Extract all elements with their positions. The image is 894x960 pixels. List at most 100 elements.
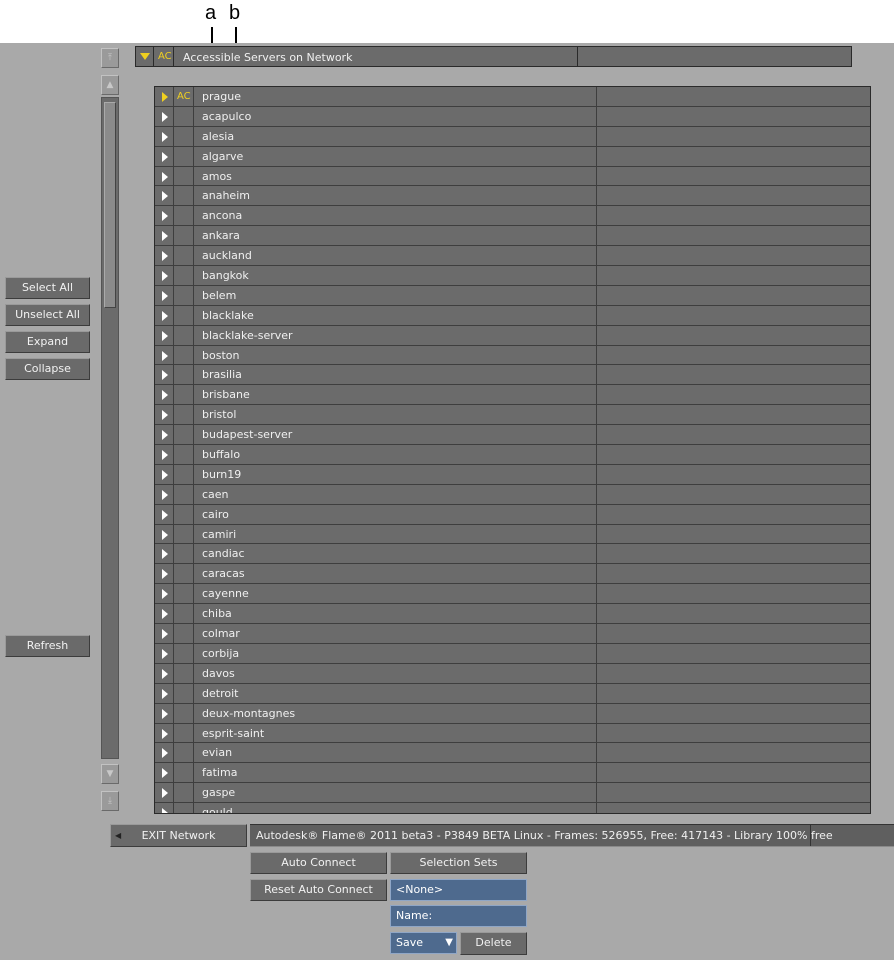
server-list: AC prague acapulco alesia algarve amos anaheim… — [154, 86, 871, 814]
server-row[interactable]: brasilia — [155, 365, 870, 386]
expand-triangle-icon[interactable] — [162, 191, 168, 202]
server-row[interactable]: cayenne — [155, 584, 870, 605]
server-row[interactable]: alesia — [155, 126, 870, 147]
server-row[interactable]: bangkok — [155, 266, 870, 286]
accessible-servers-header[interactable]: AC Accessible Servers on Network — [135, 46, 852, 67]
expand-triangle-icon[interactable] — [162, 271, 168, 282]
server-row[interactable]: burn19 — [155, 464, 870, 485]
save-dropdown[interactable]: Save ▼ — [390, 932, 457, 954]
collapse-triangle-icon[interactable] — [140, 53, 150, 60]
scroll-to-bottom-button[interactable]: ⤓ — [101, 791, 119, 811]
expand-triangle-icon[interactable] — [162, 509, 168, 520]
server-name: chiba — [202, 607, 232, 621]
server-row[interactable]: detroit — [155, 683, 870, 704]
server-row[interactable]: evian — [155, 743, 870, 764]
server-name: prague — [202, 90, 241, 103]
refresh-button[interactable]: Refresh — [5, 635, 90, 657]
server-row[interactable]: ancona — [155, 206, 870, 227]
unselect-all-button[interactable]: Unselect All — [5, 304, 90, 326]
server-row[interactable]: brisbane — [155, 385, 870, 406]
expand-triangle-icon[interactable] — [162, 410, 168, 421]
server-row[interactable]: bristol — [155, 405, 870, 426]
expand-triangle-icon[interactable] — [162, 171, 168, 182]
server-row[interactable]: esprit-saint — [155, 723, 870, 744]
selection-sets-button[interactable]: Selection Sets — [390, 852, 527, 874]
server-row[interactable]: cairo — [155, 504, 870, 525]
server-row[interactable]: fatima — [155, 763, 870, 784]
expand-triangle-icon[interactable] — [162, 390, 168, 401]
server-row[interactable]: auckland — [155, 246, 870, 267]
server-row[interactable]: davos — [155, 663, 870, 684]
expand-triangle-icon[interactable] — [162, 549, 168, 560]
server-name: boston — [202, 348, 240, 362]
scroll-up-button[interactable]: ▲ — [101, 75, 119, 95]
server-row[interactable]: blacklake-server — [155, 325, 870, 346]
expand-triangle-icon[interactable] — [162, 430, 168, 441]
server-row[interactable]: gaspe — [155, 783, 870, 804]
server-row[interactable]: colmar — [155, 624, 870, 644]
name-field[interactable]: Name: — [390, 905, 527, 927]
expand-triangle-icon[interactable] — [162, 231, 168, 242]
expand-triangle-icon[interactable] — [162, 768, 168, 779]
server-row[interactable]: blacklake — [155, 305, 870, 326]
server-name: acapulco — [202, 109, 252, 123]
server-row[interactable]: amos — [155, 166, 870, 187]
expand-triangle-icon[interactable] — [162, 92, 168, 102]
expand-triangle-icon[interactable] — [162, 131, 168, 142]
expand-triangle-icon[interactable] — [162, 251, 168, 262]
server-row[interactable]: camiri — [155, 524, 870, 545]
expand-triangle-icon[interactable] — [162, 569, 168, 580]
expand-triangle-icon[interactable] — [162, 489, 168, 500]
expand-triangle-icon[interactable] — [162, 648, 168, 659]
expand-triangle-icon[interactable] — [162, 788, 168, 799]
expand-triangle-icon[interactable] — [162, 708, 168, 719]
server-row[interactable]: gould — [155, 803, 870, 813]
expand-triangle-icon[interactable] — [162, 609, 168, 620]
reset-auto-connect-button[interactable]: Reset Auto Connect — [250, 879, 387, 901]
server-row[interactable]: chiba — [155, 604, 870, 625]
collapse-button[interactable]: Collapse — [5, 358, 90, 380]
expand-triangle-icon[interactable] — [162, 350, 168, 361]
server-row[interactable]: corbija — [155, 643, 870, 664]
server-row[interactable]: belem — [155, 285, 870, 306]
expand-button[interactable]: Expand — [5, 331, 90, 353]
server-row[interactable]: budapest-server — [155, 425, 870, 446]
expand-triangle-icon[interactable] — [162, 808, 168, 813]
server-row[interactable]: deux-montagnes — [155, 703, 870, 724]
server-row[interactable]: anaheim — [155, 186, 870, 207]
expand-triangle-icon[interactable] — [162, 529, 168, 540]
expand-triangle-icon[interactable] — [162, 310, 168, 321]
auto-connect-button[interactable]: Auto Connect — [250, 852, 387, 874]
expand-triangle-icon[interactable] — [162, 728, 168, 739]
scroll-to-top-button[interactable]: ⤒ — [101, 48, 119, 68]
expand-triangle-icon[interactable] — [162, 111, 168, 122]
expand-triangle-icon[interactable] — [162, 211, 168, 222]
expand-triangle-icon[interactable] — [162, 748, 168, 759]
list-scrollbar[interactable] — [101, 97, 119, 759]
server-row[interactable]: algarve — [155, 146, 870, 167]
expand-triangle-icon[interactable] — [162, 688, 168, 699]
scrollbar-thumb[interactable] — [104, 102, 116, 308]
server-row[interactable]: caen — [155, 484, 870, 505]
expand-triangle-icon[interactable] — [162, 629, 168, 640]
exit-network-button[interactable]: ◀ EXIT Network — [110, 824, 247, 847]
expand-triangle-icon[interactable] — [162, 589, 168, 600]
server-row[interactable]: boston — [155, 345, 870, 366]
expand-triangle-icon[interactable] — [162, 469, 168, 480]
server-row[interactable]: AC prague — [155, 87, 870, 107]
server-row[interactable]: acapulco — [155, 106, 870, 127]
server-row[interactable]: candiac — [155, 544, 870, 565]
expand-triangle-icon[interactable] — [162, 330, 168, 341]
delete-button[interactable]: Delete — [460, 932, 527, 955]
expand-triangle-icon[interactable] — [162, 370, 168, 381]
server-row[interactable]: buffalo — [155, 445, 870, 465]
expand-triangle-icon[interactable] — [162, 151, 168, 162]
expand-triangle-icon[interactable] — [162, 668, 168, 679]
server-row[interactable]: ankara — [155, 226, 870, 247]
select-all-button[interactable]: Select All — [5, 277, 90, 299]
scroll-down-button[interactable]: ▼ — [101, 764, 119, 784]
server-row[interactable]: caracas — [155, 564, 870, 585]
expand-triangle-icon[interactable] — [162, 290, 168, 301]
selection-set-field[interactable]: <None> — [390, 879, 527, 901]
expand-triangle-icon[interactable] — [162, 450, 168, 461]
